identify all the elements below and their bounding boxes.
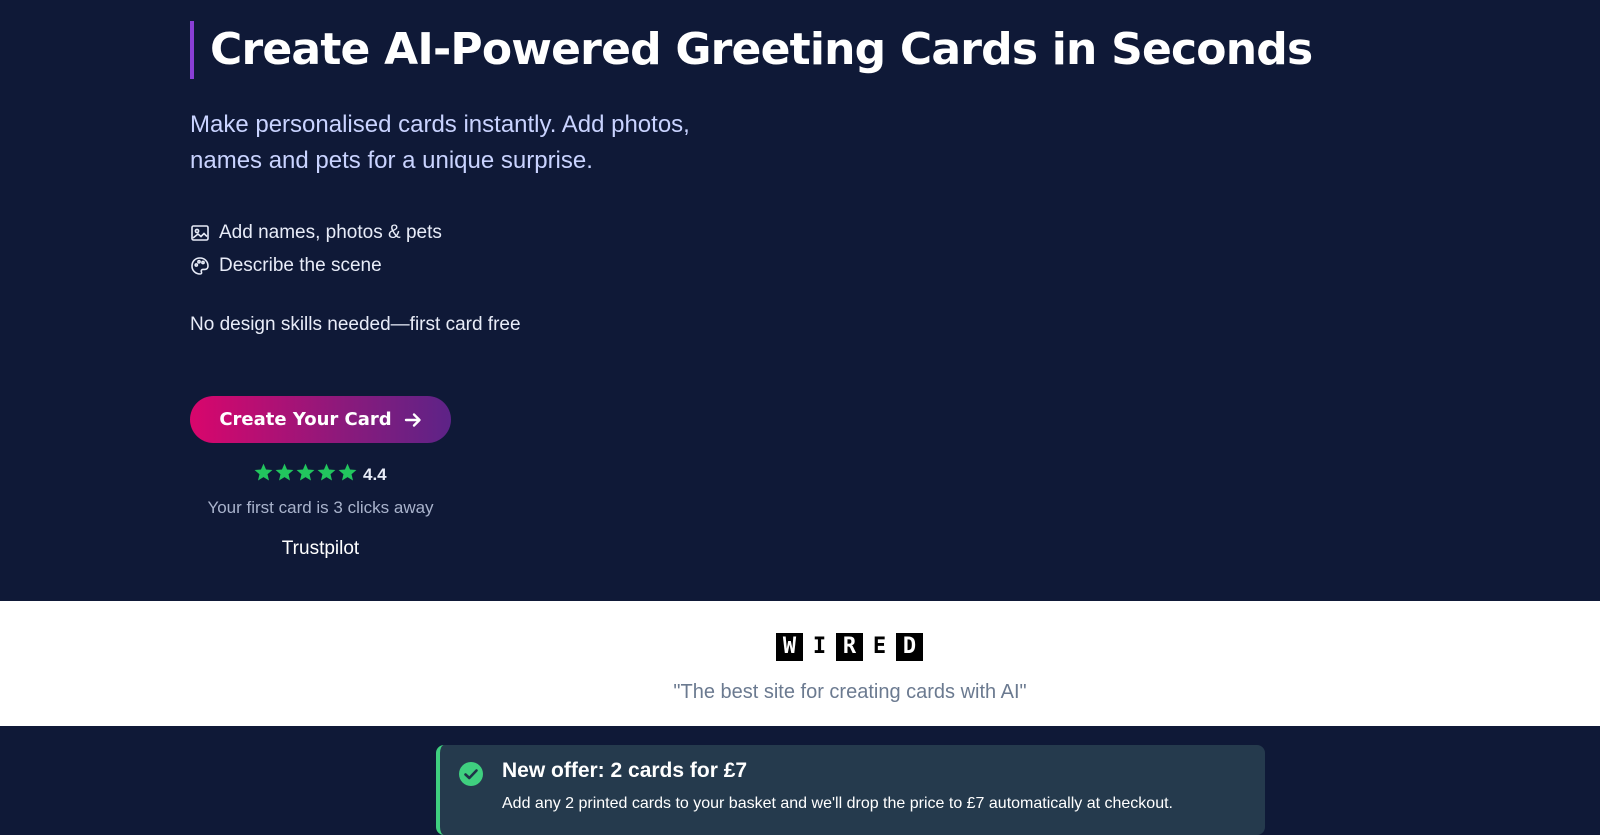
- feature-list: Add names, photos & pets Describe the sc…: [190, 216, 442, 282]
- offer-section: New offer: 2 cards for £7 Add any 2 prin…: [0, 726, 1600, 835]
- star-icon: [253, 462, 274, 487]
- star-icon: [337, 462, 358, 487]
- create-card-button[interactable]: Create Your Card: [190, 396, 451, 443]
- hero-section: Create AI-Powered Greeting Cards in Seco…: [0, 0, 1600, 601]
- press-quote: "The best site for creating cards with A…: [673, 681, 1027, 703]
- hero-subtitle: Make personalised cards instantly. Add p…: [190, 111, 690, 174]
- press-section: W I R E D "The best site for creating ca…: [0, 601, 1600, 726]
- title-accent-bar: Create AI-Powered Greeting Cards in Seco…: [190, 21, 1313, 79]
- image-icon: [190, 223, 210, 243]
- star-icon: [295, 462, 316, 487]
- offer-text: Add any 2 printed cards to your basket a…: [502, 795, 1173, 812]
- trustpilot-rating: 4.4: [253, 462, 387, 487]
- feature-label: Add names, photos & pets: [219, 221, 442, 243]
- check-circle-icon: [458, 761, 484, 787]
- feature-label: Describe the scene: [219, 254, 382, 276]
- page-title: Create AI-Powered Greeting Cards in Seco…: [210, 24, 1313, 75]
- palette-icon: [190, 256, 210, 276]
- offer-title: New offer: 2 cards for £7: [502, 759, 748, 782]
- rating-value: 4.4: [363, 464, 387, 484]
- wired-logo: W I R E D: [776, 633, 923, 661]
- star-icon: [316, 462, 337, 487]
- offer-banner: New offer: 2 cards for £7 Add any 2 prin…: [436, 745, 1265, 835]
- clicks-away-text: Your first card is 3 clicks away: [207, 498, 434, 517]
- trustpilot-label[interactable]: Trustpilot: [190, 538, 451, 560]
- create-card-button-label: Create Your Card: [219, 409, 392, 430]
- tagline: No design skills needed—first card free: [190, 314, 521, 335]
- feature-item-photos: Add names, photos & pets: [190, 216, 442, 249]
- feature-item-scene: Describe the scene: [190, 249, 442, 282]
- star-icon: [274, 462, 295, 487]
- arrow-right-icon: [404, 411, 422, 429]
